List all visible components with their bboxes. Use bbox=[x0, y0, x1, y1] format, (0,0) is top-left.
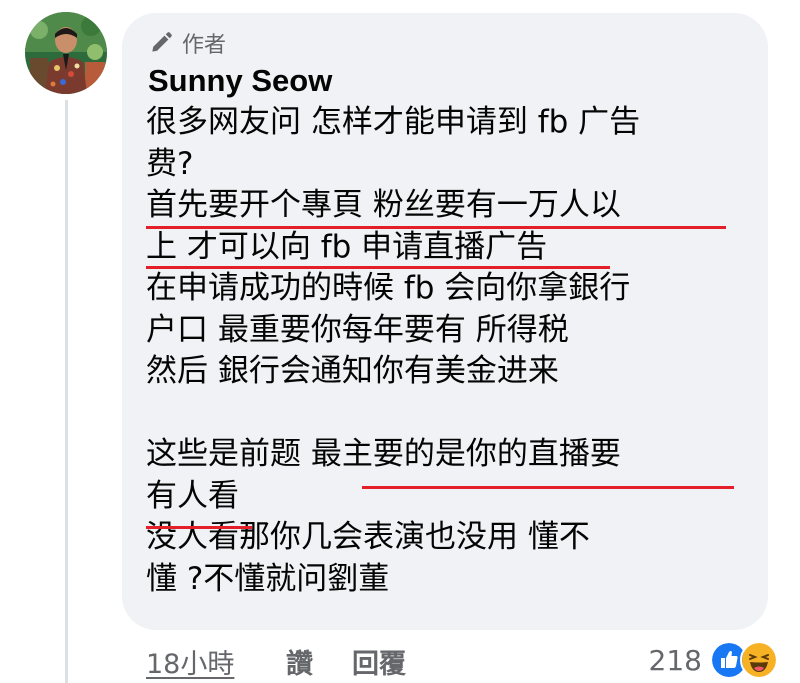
author-name[interactable]: Sunny Seow bbox=[148, 62, 332, 100]
reactions-summary[interactable]: 218 bbox=[649, 640, 778, 680]
comment-line: 很多网友问 怎样才能申请到 fb 广告 bbox=[146, 104, 641, 140]
comment-card: 作者 Sunny Seow 很多网友问 怎样才能申请到 fb 广告 费? 首先要… bbox=[0, 0, 800, 683]
highlight-underline bbox=[146, 226, 726, 229]
comment-line: 户口 最重要你每年要有 所得税 bbox=[146, 311, 569, 348]
pencil-icon bbox=[152, 32, 172, 52]
highlight-underline bbox=[146, 526, 252, 529]
highlight-underline bbox=[362, 486, 734, 489]
avatar[interactable] bbox=[25, 12, 107, 94]
highlight-underline bbox=[146, 266, 610, 269]
comment-line: 这些是前题 最主要的是你的直播要 bbox=[146, 436, 621, 472]
badge-label: 作者 bbox=[182, 33, 227, 58]
comment-line: 懂 ?不懂就问劉董 bbox=[146, 560, 390, 597]
reply-button[interactable]: 回覆 bbox=[352, 642, 406, 681]
author-badge: 作者 bbox=[148, 28, 226, 58]
comment-line: 有人看 bbox=[146, 477, 239, 514]
timestamp-link[interactable]: 18小時 bbox=[146, 642, 234, 681]
thread-line bbox=[65, 100, 68, 683]
comment-line: 在申请成功的時候 fb 会向你拿銀行 bbox=[146, 270, 631, 306]
comment-line: 没人看那你几会表演也没用 懂不 bbox=[146, 519, 590, 555]
comment-line: 费? bbox=[146, 145, 194, 182]
comment-line: 首先要开个專頁 粉丝要有一万人以 bbox=[146, 187, 621, 223]
reaction-count: 218 bbox=[648, 643, 702, 677]
comment-line: 然后 銀行会通知你有美金进来 bbox=[146, 353, 559, 389]
like-button[interactable]: 讚 bbox=[286, 642, 313, 681]
comment-line: 上 才可以向 fb 申请直播广告 bbox=[146, 228, 548, 265]
haha-reaction-icon bbox=[740, 641, 778, 679]
